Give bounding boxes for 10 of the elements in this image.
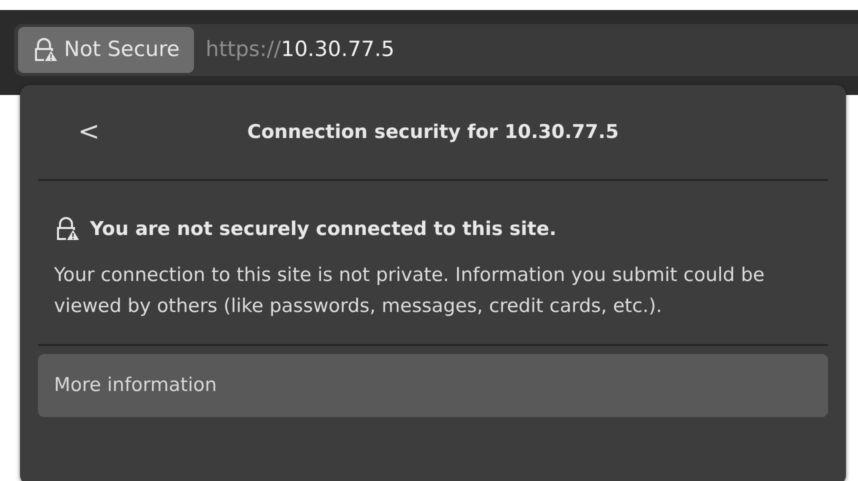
warning-text: You are not securely connected to this site. [90, 217, 556, 242]
url-text: https://10.30.77.5 [206, 36, 395, 64]
lock-warning-icon [32, 37, 58, 63]
back-button[interactable]: < [70, 112, 108, 152]
popover-title: Connection security for 10.30.77.5 [247, 120, 619, 143]
description-text: Your connection to this site is not private. Information you submit could be viewed by others (like passwords, messages, credit cards, etc.). [53, 262, 766, 318]
security-button[interactable]: Not Secure [18, 27, 194, 73]
lock-warning-icon [54, 216, 80, 242]
more-information-button[interactable]: More information [38, 354, 828, 416]
address-bar[interactable]: Not Secure https://10.30.77.5 [14, 24, 858, 76]
